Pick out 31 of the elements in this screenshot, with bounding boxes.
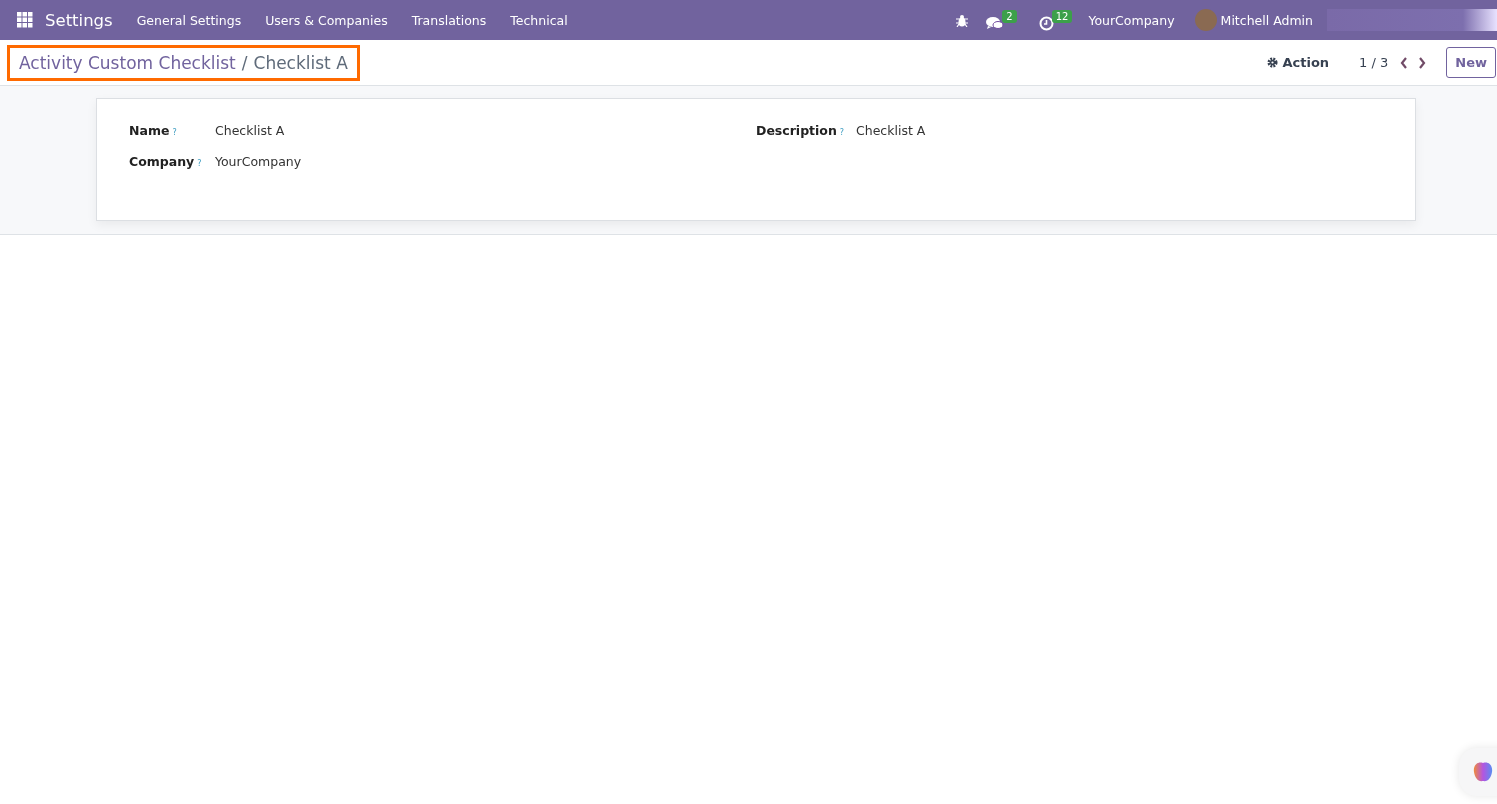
breadcrumb-current: Checklist A	[253, 52, 348, 73]
chat-icon[interactable]	[986, 16, 1005, 30]
help-tooltip-mark[interactable]: ?	[172, 128, 177, 137]
field-label: Name	[129, 123, 170, 138]
action-menu[interactable]: Action	[1282, 55, 1330, 70]
menu-item[interactable]: Users & Companies	[253, 12, 400, 28]
breadcrumb-link[interactable]: Activity Custom Checklist	[19, 52, 236, 73]
menu-item[interactable]: General Settings	[124, 12, 254, 28]
message-count-badge: 2	[1002, 10, 1017, 23]
activity-count-badge: 12	[1051, 9, 1073, 23]
field-value: YourCompany	[215, 154, 302, 169]
next-icon[interactable]	[1418, 56, 1427, 69]
apps-grid-icon[interactable]	[17, 12, 33, 28]
user-menu[interactable]: Mitchell Admin	[1220, 12, 1313, 28]
menu-item[interactable]: Translations	[399, 12, 499, 28]
previous-icon[interactable]	[1400, 56, 1409, 69]
field-value: Checklist A	[856, 123, 926, 138]
menu-item[interactable]: Technical	[498, 12, 580, 28]
company-switcher[interactable]: YourCompany	[1076, 12, 1187, 28]
pager-value[interactable]: 1 / 3	[1359, 55, 1389, 70]
bug-icon[interactable]	[956, 13, 969, 27]
breadcrumb-separator: /	[241, 52, 248, 73]
help-tooltip-mark[interactable]: ?	[197, 159, 202, 168]
app-title[interactable]: Settings	[45, 10, 113, 30]
field-label: Company	[129, 154, 195, 169]
field-label: Description	[756, 123, 837, 138]
help-tooltip-mark[interactable]: ?	[839, 128, 845, 137]
clock-icon[interactable]	[1038, 15, 1054, 31]
gear-icon[interactable]	[1267, 57, 1279, 68]
new-button[interactable]: New	[1446, 47, 1496, 78]
field-value: Checklist A	[215, 123, 285, 138]
